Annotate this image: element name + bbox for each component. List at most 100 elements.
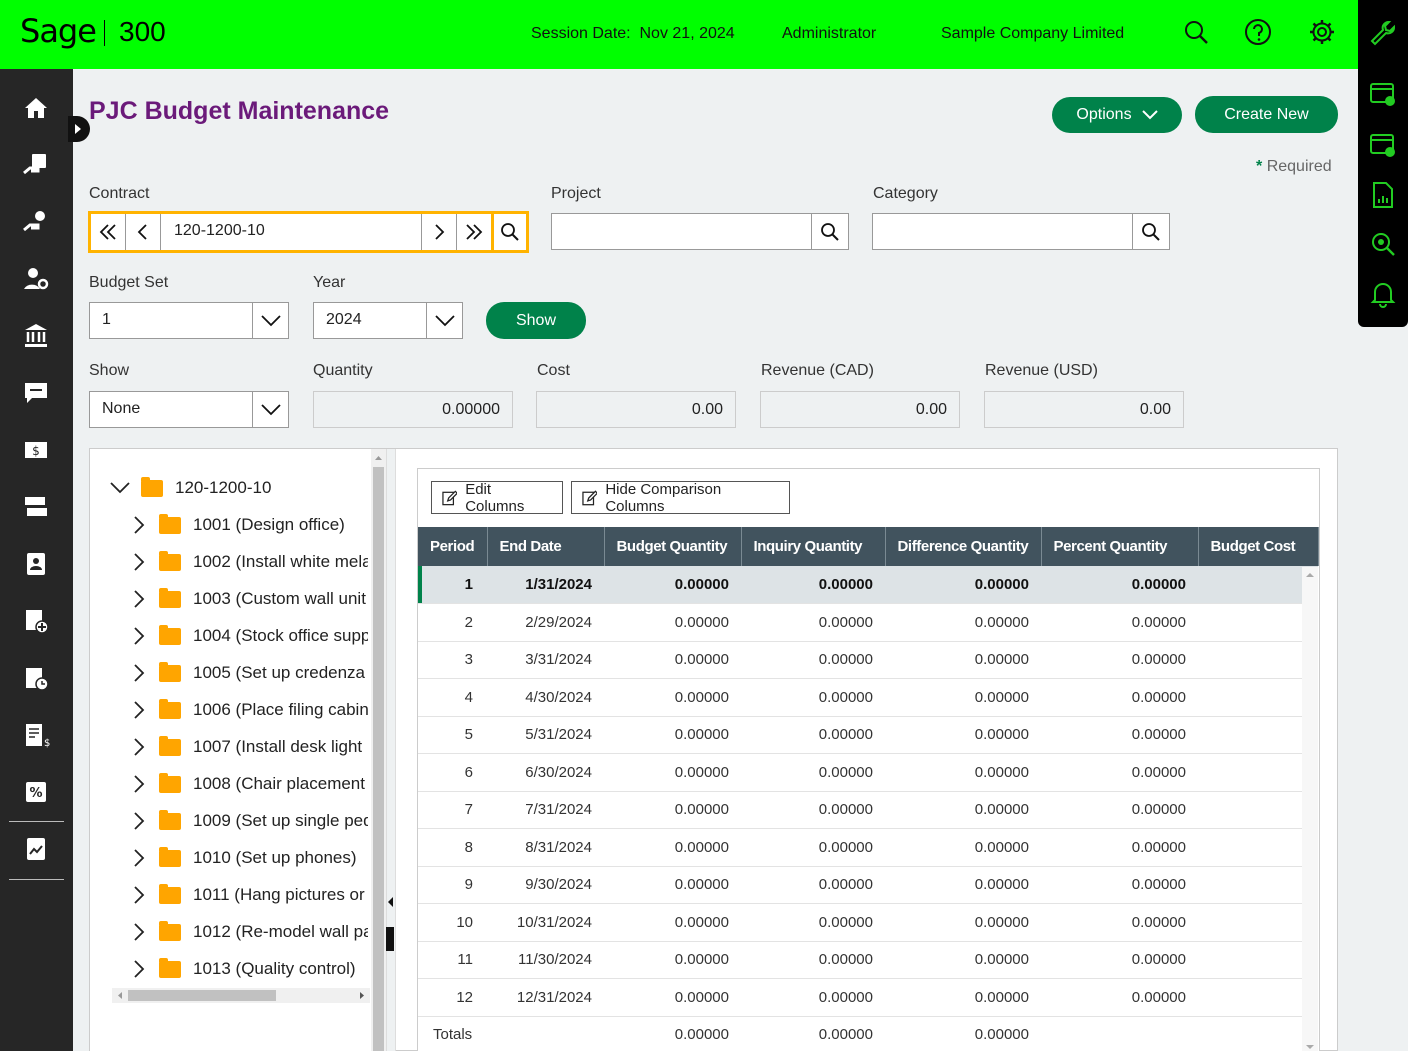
table-row[interactable]: 3 3/31/2024 0.00000 0.00000 0.00000 0.00000 [418, 641, 1318, 679]
report-icon[interactable] [1369, 181, 1397, 209]
table-row[interactable]: 10 10/31/2024 0.00000 0.00000 0.00000 0.00000 [418, 903, 1318, 942]
clipboard-clock-icon[interactable] [22, 664, 50, 692]
contract-input[interactable]: 120-1200-10 [174, 222, 265, 240]
chevron-right-icon[interactable] [132, 663, 146, 683]
table-cell[interactable] [1198, 678, 1318, 717]
table-cell[interactable]: 0.00000 [1041, 828, 1198, 867]
table-cell[interactable]: 0.00000 [741, 716, 885, 754]
budget-set-select[interactable]: 1 [89, 302, 289, 339]
table-cell[interactable]: 12/31/2024 [487, 978, 604, 1017]
bank-icon[interactable] [22, 322, 50, 350]
column-header[interactable]: Period [418, 527, 488, 566]
table-cell[interactable]: 8/31/2024 [487, 828, 604, 867]
table-cell[interactable]: 0.00000 [604, 941, 741, 979]
collapse-left-icon[interactable] [386, 895, 396, 909]
scroll-up-icon[interactable] [1302, 569, 1318, 581]
home-icon[interactable] [22, 94, 50, 122]
grid-vertical-scrollbar[interactable] [1302, 567, 1318, 1051]
column-header[interactable]: Percent Quantity [1041, 527, 1199, 566]
tree-horizontal-scrollbar[interactable] [112, 988, 370, 1003]
table-cell[interactable]: 8 [418, 828, 487, 867]
table-cell[interactable]: 0.00000 [741, 866, 885, 904]
table-cell[interactable]: 0.00000 [1041, 903, 1198, 942]
table-cell[interactable] [1198, 941, 1318, 979]
invoice-hand-icon[interactable] [22, 151, 50, 179]
table-cell[interactable] [1198, 641, 1318, 679]
cash-icon[interactable]: $ [22, 436, 50, 464]
gear-icon[interactable] [1308, 18, 1336, 46]
tree-root[interactable]: 120-1200-10 [110, 473, 271, 503]
table-cell[interactable] [1198, 716, 1318, 754]
table-cell[interactable]: 0.00000 [741, 641, 885, 679]
show-button[interactable]: Show [486, 302, 586, 339]
table-cell[interactable]: 0.00000 [885, 641, 1041, 679]
table-cell[interactable]: 0.00000 [885, 566, 1041, 604]
panel-splitter[interactable] [386, 449, 396, 1051]
budget-set-dropdown-button[interactable] [252, 303, 288, 338]
chat-money-icon[interactable] [22, 379, 50, 407]
scroll-right-icon[interactable] [357, 988, 367, 1003]
table-cell[interactable]: 0.00000 [885, 753, 1041, 792]
column-header[interactable]: Budget Cost [1198, 527, 1319, 566]
table-cell[interactable]: 6 [418, 753, 487, 792]
calendar-window-icon[interactable] [1369, 80, 1397, 108]
table-cell[interactable]: 0.00000 [885, 791, 1041, 829]
table-cell[interactable]: 11 [418, 941, 487, 979]
table-row[interactable]: 1 1/31/2024 0.00000 0.00000 0.00000 0.00000 [418, 566, 1318, 604]
project-finder-button[interactable] [811, 214, 848, 249]
scroll-up-icon[interactable] [371, 451, 386, 465]
contact-card-icon[interactable] [22, 550, 50, 578]
chevron-right-icon[interactable] [132, 737, 146, 757]
table-cell[interactable] [1198, 828, 1318, 867]
table-cell[interactable]: 0.00000 [1041, 866, 1198, 904]
tree-item[interactable]: 1012 (Re-model wall pa [132, 917, 368, 947]
chevron-right-icon[interactable] [132, 811, 146, 831]
show-select[interactable]: None [89, 391, 289, 428]
table-cell[interactable]: 0.00000 [741, 753, 885, 792]
table-cell[interactable]: 6/30/2024 [487, 753, 604, 792]
table-cell[interactable]: 4/30/2024 [487, 678, 604, 717]
table-cell[interactable]: 11/30/2024 [487, 941, 604, 979]
hand-money-icon[interactable] [22, 208, 50, 236]
splitter-handle[interactable] [386, 927, 394, 951]
table-cell[interactable]: 0.00000 [1041, 716, 1198, 754]
table-cell[interactable]: 0.00000 [885, 716, 1041, 754]
table-cell[interactable]: 7/31/2024 [487, 791, 604, 829]
year-dropdown-button[interactable] [426, 303, 462, 338]
table-cell[interactable] [1198, 753, 1318, 792]
table-cell[interactable]: 0.00000 [741, 828, 885, 867]
table-cell[interactable]: 10 [418, 903, 487, 942]
table-cell[interactable]: 0.00000 [741, 791, 885, 829]
table-cell[interactable]: 0.00000 [885, 978, 1041, 1017]
chevron-right-icon[interactable] [132, 552, 146, 572]
table-cell[interactable]: 0.00000 [1041, 641, 1198, 679]
table-row[interactable]: 11 11/30/2024 0.00000 0.00000 0.00000 0.00000 [418, 941, 1318, 979]
show-dropdown-button[interactable] [252, 392, 288, 427]
chevron-right-icon[interactable] [132, 626, 146, 646]
search-icon[interactable] [1182, 18, 1210, 46]
table-cell[interactable]: 0.00000 [885, 678, 1041, 717]
column-header[interactable]: Inquiry Quantity [741, 527, 886, 566]
table-cell[interactable] [1198, 603, 1318, 642]
table-cell[interactable]: 0.00000 [1041, 791, 1198, 829]
table-cell[interactable] [1198, 791, 1318, 829]
last-record-button[interactable] [456, 214, 491, 250]
table-row[interactable]: 2 2/29/2024 0.00000 0.00000 0.00000 0.00000 [418, 603, 1318, 642]
table-cell[interactable]: 0.00000 [885, 603, 1041, 642]
table-cell[interactable]: 5 [418, 716, 487, 754]
table-cell[interactable] [1198, 903, 1318, 942]
chevron-right-icon[interactable] [132, 515, 146, 535]
column-header[interactable]: Budget Quantity [604, 527, 742, 566]
table-cell[interactable]: 0.00000 [604, 566, 741, 604]
column-header[interactable]: End Date [487, 527, 605, 566]
table-cell[interactable]: 7 [418, 791, 487, 829]
table-cell[interactable]: 0.00000 [885, 828, 1041, 867]
table-cell[interactable]: 0.00000 [1041, 603, 1198, 642]
category-finder-button[interactable] [1132, 214, 1169, 249]
table-cell[interactable] [1198, 978, 1318, 1017]
table-cell[interactable]: 0.00000 [604, 903, 741, 942]
table-cell[interactable]: 0.00000 [885, 866, 1041, 904]
hide-comparison-button[interactable]: Hide Comparison Columns [571, 481, 790, 515]
search-eye-icon[interactable] [1369, 230, 1397, 258]
chevron-right-icon[interactable] [132, 959, 146, 979]
